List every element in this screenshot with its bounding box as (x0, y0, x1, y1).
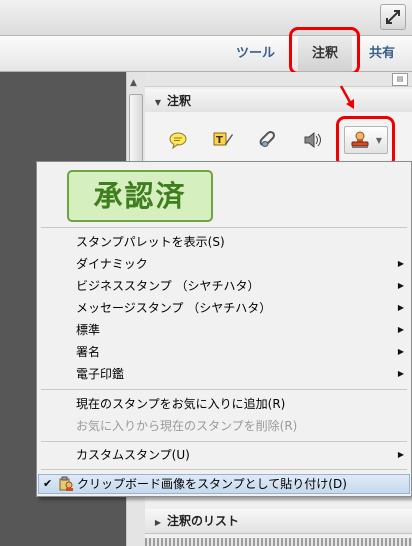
menu-item-custom-stamp[interactable]: カスタムスタンプ(U) ▶ (38, 444, 410, 466)
submenu-arrow-icon: ▶ (397, 281, 404, 290)
expand-button[interactable] (380, 4, 406, 30)
submenu-arrow-icon: ▶ (397, 325, 404, 334)
panel-options-icon[interactable]: ▤ (392, 73, 408, 86)
comment-tab-highlight (289, 27, 360, 75)
clipboard-stamp-icon (59, 476, 73, 491)
menu-separator (41, 227, 407, 228)
menu-item-signature[interactable]: 署名 ▶ (38, 341, 410, 363)
stamp-dropdown-menu: 承認済 スタンプパレットを表示(S) ダイナミック ▶ ビジネススタンプ （シヤチ… (36, 161, 412, 497)
expand-triangle-icon: ▶ (154, 518, 162, 527)
menu-item-remove-from-favorites: お気に入りから現在のスタンプを削除(R) (76, 419, 298, 433)
list-title: 注釈のリスト (167, 514, 240, 528)
menu-item-business-stamp[interactable]: ビジネススタンプ （シヤチハタ） ▶ (38, 275, 410, 297)
menu-item-standard[interactable]: 標準 ▶ (38, 319, 410, 341)
section-header-annotation-list[interactable]: ▶ 注釈のリスト (145, 509, 412, 534)
checkmark-icon: ✔ (43, 477, 53, 490)
submenu-arrow-icon: ▶ (397, 303, 404, 312)
audio-icon[interactable] (302, 130, 324, 150)
menu-separator (41, 441, 407, 442)
text-edit-icon[interactable]: T (212, 130, 234, 150)
menu-item-message-stamp[interactable]: メッセージスタンプ （シヤチハタ） ▶ (38, 297, 410, 319)
panel-top-bar: ▤ (145, 72, 412, 87)
tab-share[interactable]: 共有 (369, 36, 395, 71)
section-header-annotations[interactable]: ▼ 注釈 (145, 89, 412, 114)
panel-bottom-strip (145, 538, 412, 546)
speech-bubble-icon[interactable] (167, 130, 189, 150)
svg-text:T: T (216, 135, 223, 146)
menu-item-add-to-favorites[interactable]: 現在のスタンプをお気に入りに追加(R) (38, 393, 410, 415)
section-title: 注釈 (167, 94, 192, 108)
menu-separator (41, 389, 407, 390)
menu-item-show-stamp-palette[interactable]: スタンプパレットを表示(S) (38, 231, 410, 253)
tab-tools[interactable]: ツール (236, 36, 275, 71)
submenu-arrow-icon: ▶ (397, 259, 404, 268)
submenu-arrow-icon: ▶ (397, 450, 404, 459)
menu-item-paste-clipboard-as-stamp[interactable]: ✔ クリップボード画像をスタンプとして貼り付け(D) (38, 474, 410, 494)
submenu-arrow-icon: ▶ (397, 369, 404, 378)
menu-item-electronic-seal[interactable]: 電子印鑑 ▶ (38, 363, 410, 385)
expand-icon (386, 10, 400, 24)
submenu-arrow-icon: ▶ (397, 347, 404, 356)
red-arrow-annotation (339, 85, 354, 109)
scroll-up-icon[interactable]: ▲ (130, 78, 137, 88)
stamp-preview-approved[interactable]: 承認済 (67, 170, 213, 222)
menu-separator (41, 469, 407, 470)
attach-icon[interactable] (257, 130, 279, 150)
menu-item-dynamic[interactable]: ダイナミック ▶ (38, 253, 410, 275)
